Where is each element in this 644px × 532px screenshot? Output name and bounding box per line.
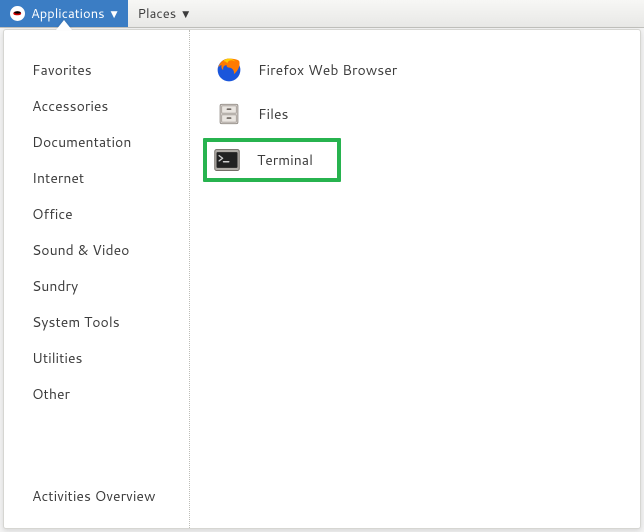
file-cabinet-icon bbox=[216, 101, 242, 127]
sidebar-item-office[interactable]: Office bbox=[32, 196, 181, 232]
activities-overview[interactable]: Activities Overview bbox=[32, 472, 181, 516]
sidebar-item-sundry[interactable]: Sundry bbox=[32, 268, 181, 304]
sidebar-item-internet[interactable]: Internet bbox=[32, 160, 181, 196]
app-label: Terminal bbox=[257, 150, 313, 170]
terminal-icon bbox=[213, 146, 241, 174]
redhat-icon bbox=[10, 6, 25, 21]
app-label: Firefox Web Browser bbox=[258, 60, 397, 80]
chevron-down-icon: ▼ bbox=[182, 9, 189, 18]
menu-pointer bbox=[56, 20, 72, 30]
sidebar-item-sound-video[interactable]: Sound & Video bbox=[32, 232, 181, 268]
sidebar-item-documentation[interactable]: Documentation bbox=[32, 124, 181, 160]
app-terminal[interactable]: Terminal bbox=[203, 138, 341, 182]
applications-popup: Favorites Accessories Documentation Inte… bbox=[3, 29, 641, 529]
sidebar-item-accessories[interactable]: Accessories bbox=[32, 88, 181, 124]
app-firefox[interactable]: Firefox Web Browser bbox=[206, 50, 624, 90]
app-list: Firefox Web Browser Files bbox=[190, 30, 640, 528]
firefox-icon bbox=[216, 57, 242, 83]
category-list: Favorites Accessories Documentation Inte… bbox=[32, 52, 181, 472]
chevron-down-icon: ▼ bbox=[111, 9, 118, 18]
top-panel: Applications ▼ Places ▼ bbox=[0, 0, 644, 28]
sidebar-item-other[interactable]: Other bbox=[32, 376, 181, 412]
sidebar-item-system-tools[interactable]: System Tools bbox=[32, 304, 181, 340]
sidebar-item-utilities[interactable]: Utilities bbox=[32, 340, 181, 376]
app-label: Files bbox=[258, 104, 288, 124]
places-menu[interactable]: Places ▼ bbox=[128, 0, 200, 27]
app-files[interactable]: Files bbox=[206, 94, 624, 134]
sidebar-item-favorites[interactable]: Favorites bbox=[32, 52, 181, 88]
category-sidebar: Favorites Accessories Documentation Inte… bbox=[4, 30, 190, 528]
places-label: Places bbox=[138, 5, 177, 23]
